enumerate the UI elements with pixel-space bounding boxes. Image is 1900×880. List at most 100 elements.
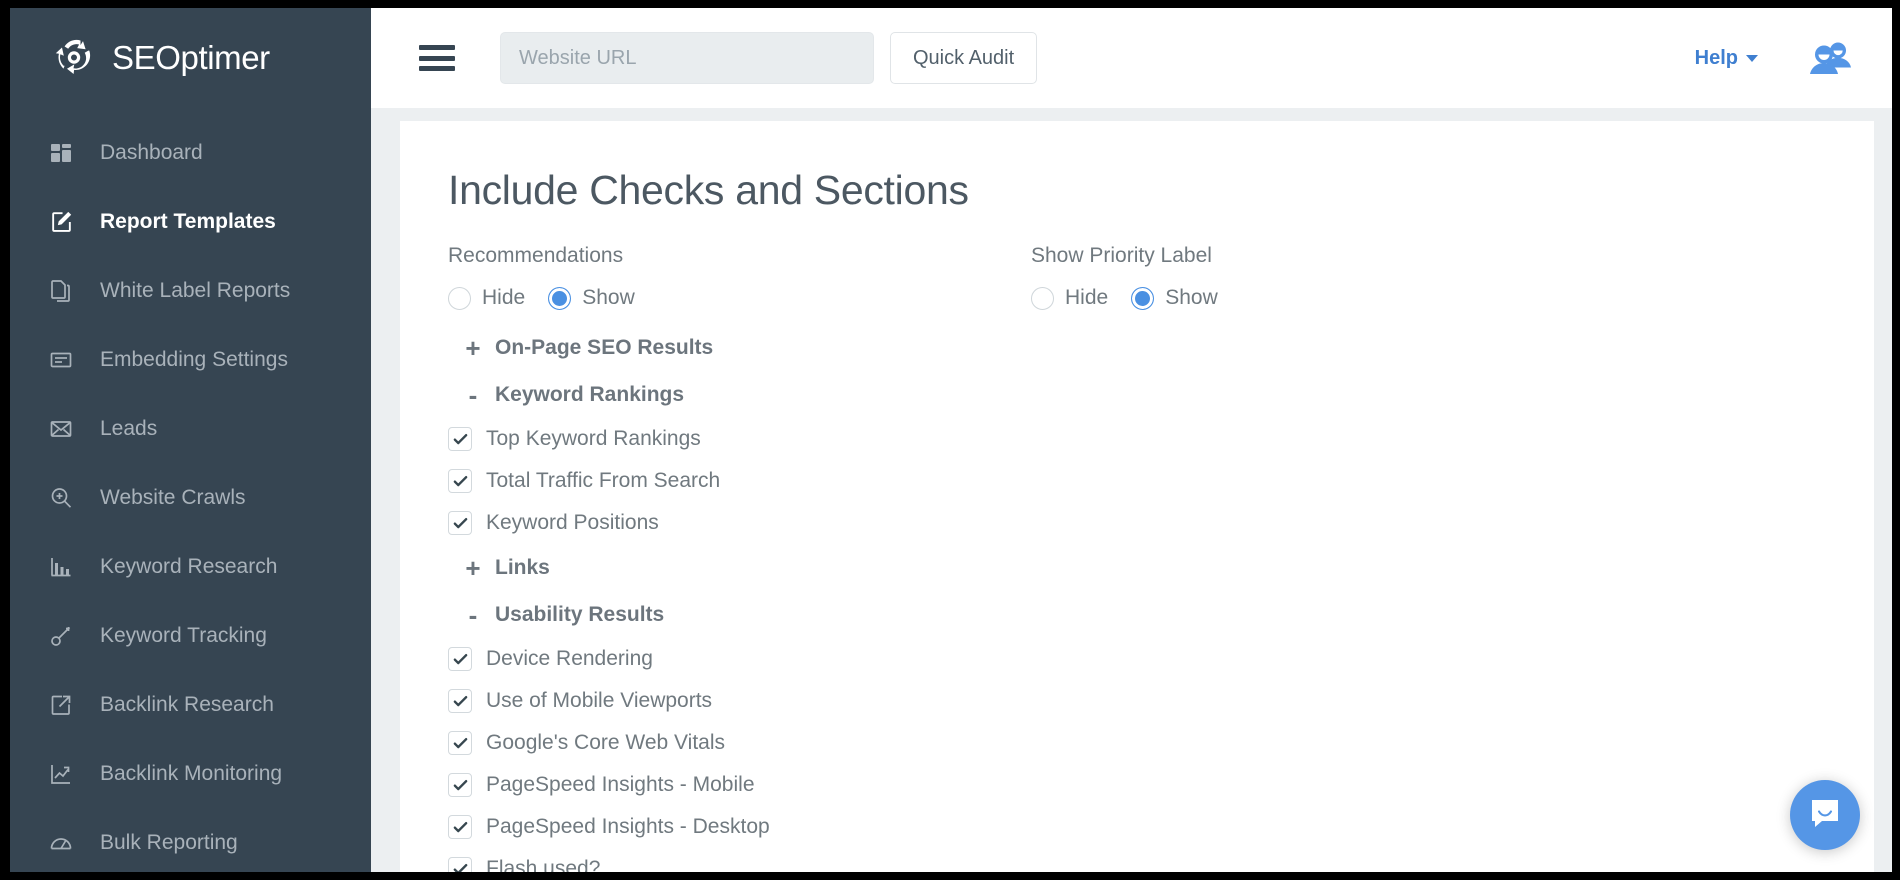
help-menu[interactable]: Help <box>1695 47 1758 70</box>
check-label: Google's Core Web Vitals <box>486 731 725 755</box>
brand-logo-area[interactable]: SEOptimer <box>10 8 371 108</box>
help-label: Help <box>1695 47 1738 70</box>
main-area: Quick Audit Help Include Checks and Se <box>371 8 1892 872</box>
copy-documents-icon <box>48 278 74 304</box>
sidebar-item-bulk-reporting[interactable]: Bulk Reporting <box>10 808 371 872</box>
sidebar-item-backlink-monitoring[interactable]: Backlink Monitoring <box>10 739 371 808</box>
check-label: Flash used? <box>486 857 600 872</box>
checkbox-checked-icon[interactable] <box>448 773 472 797</box>
radio-checked-icon[interactable] <box>548 287 571 310</box>
pencil-document-icon <box>48 209 74 235</box>
priority-label-label: Show Priority Label <box>1031 244 1614 268</box>
section-links[interactable]: + Links <box>448 544 1814 591</box>
check-label: Total Traffic From Search <box>486 469 720 493</box>
sidebar-item-keyword-research[interactable]: Keyword Research <box>10 532 371 601</box>
plus-icon: + <box>465 335 481 361</box>
sidebar-item-label: Website Crawls <box>100 486 245 510</box>
check-row[interactable]: PageSpeed Insights - Mobile <box>448 764 1814 806</box>
check-label: Top Keyword Rankings <box>486 427 701 451</box>
sidebar-item-keyword-tracking[interactable]: Keyword Tracking <box>10 601 371 670</box>
checkbox-checked-icon[interactable] <box>448 427 472 451</box>
check-label: Keyword Positions <box>486 511 659 535</box>
section-title: On-Page SEO Results <box>495 336 713 360</box>
sidebar-item-label: Bulk Reporting <box>100 831 238 855</box>
checkbox-checked-icon[interactable] <box>448 511 472 535</box>
check-row[interactable]: Flash used? <box>448 848 1814 872</box>
radio-label: Show <box>582 286 635 310</box>
radio-label: Hide <box>482 286 525 310</box>
sidebar-item-label: Backlink Monitoring <box>100 762 282 786</box>
hamburger-icon[interactable] <box>419 45 455 71</box>
recommendations-radio-line: Hide Show <box>448 286 1031 310</box>
recommendations-label: Recommendations <box>448 244 1031 268</box>
recommendations-toggle-group: Recommendations Hide Show <box>448 244 1031 310</box>
trend-up-chart-icon <box>48 761 74 787</box>
key-icon <box>48 623 74 649</box>
check-row[interactable]: PageSpeed Insights - Desktop <box>448 806 1814 848</box>
embed-box-icon <box>48 347 74 373</box>
checkbox-checked-icon[interactable] <box>448 857 472 872</box>
priority-hide-option[interactable]: Hide <box>1031 286 1108 310</box>
gauge-icon <box>48 830 74 856</box>
sidebar-item-backlink-research[interactable]: Backlink Research <box>10 670 371 739</box>
sidebar-item-embedding-settings[interactable]: Embedding Settings <box>10 325 371 394</box>
checkbox-checked-icon[interactable] <box>448 689 472 713</box>
dashboard-grid-icon <box>48 140 74 166</box>
magnifier-plus-icon <box>48 485 74 511</box>
sidebar-item-white-label-reports[interactable]: White Label Reports <box>10 256 371 325</box>
priority-show-option[interactable]: Show <box>1131 286 1218 310</box>
checkbox-checked-icon[interactable] <box>448 469 472 493</box>
radio-unchecked-icon[interactable] <box>1031 287 1054 310</box>
chat-bubble-smile-icon <box>1808 796 1842 835</box>
page-title: Include Checks and Sections <box>448 167 1814 214</box>
check-row[interactable]: Keyword Positions <box>448 502 1814 544</box>
sidebar-item-website-crawls[interactable]: Website Crawls <box>10 463 371 532</box>
search-input[interactable] <box>500 32 874 84</box>
keyword-rankings-check-list: Top Keyword Rankings Total Traffic From … <box>448 418 1814 544</box>
radio-unchecked-icon[interactable] <box>448 287 471 310</box>
usability-results-check-list: Device Rendering Use of Mobile Viewports… <box>448 638 1814 872</box>
quick-audit-button[interactable]: Quick Audit <box>890 32 1037 84</box>
chat-launcher-button[interactable] <box>1790 780 1860 850</box>
section-usability-results[interactable]: - Usability Results <box>448 591 1814 638</box>
section-keyword-rankings[interactable]: - Keyword Rankings <box>448 371 1814 418</box>
checkbox-checked-icon[interactable] <box>448 647 472 671</box>
radio-label: Show <box>1165 286 1218 310</box>
include-checks-card: Include Checks and Sections Recommendati… <box>400 121 1874 872</box>
check-row[interactable]: Total Traffic From Search <box>448 460 1814 502</box>
check-row[interactable]: Google's Core Web Vitals <box>448 722 1814 764</box>
topbar: Quick Audit Help <box>371 8 1892 108</box>
sidebar-item-report-templates[interactable]: Report Templates <box>10 187 371 256</box>
chevron-down-icon <box>1746 55 1758 62</box>
plus-icon: + <box>465 555 481 581</box>
minus-icon: - <box>465 602 481 628</box>
minus-icon: - <box>465 382 481 408</box>
sidebar-item-leads[interactable]: Leads <box>10 394 371 463</box>
gear-logo-icon <box>50 34 98 82</box>
priority-radio-line: Hide Show <box>1031 286 1614 310</box>
check-label: Use of Mobile Viewports <box>486 689 712 713</box>
section-on-page-seo-results[interactable]: + On-Page SEO Results <box>448 324 1814 371</box>
app-window: SEOptimer Dashboard <box>10 8 1892 872</box>
users-avatar-icon[interactable] <box>1808 40 1852 76</box>
check-row[interactable]: Use of Mobile Viewports <box>448 680 1814 722</box>
check-row[interactable]: Device Rendering <box>448 638 1814 680</box>
recommendations-hide-option[interactable]: Hide <box>448 286 525 310</box>
radio-checked-icon[interactable] <box>1131 287 1154 310</box>
external-link-icon <box>48 692 74 718</box>
content-scroll-region[interactable]: Include Checks and Sections Recommendati… <box>371 108 1892 872</box>
sidebar-item-label: Dashboard <box>100 141 203 165</box>
check-row[interactable]: Top Keyword Rankings <box>448 418 1814 460</box>
priority-label-toggle-group: Show Priority Label Hide Show <box>1031 244 1614 310</box>
envelope-icon <box>48 416 74 442</box>
check-label: PageSpeed Insights - Mobile <box>486 773 755 797</box>
recommendations-show-option[interactable]: Show <box>548 286 635 310</box>
checkbox-checked-icon[interactable] <box>448 815 472 839</box>
sidebar: SEOptimer Dashboard <box>10 8 371 872</box>
check-label: PageSpeed Insights - Desktop <box>486 815 770 839</box>
check-label: Device Rendering <box>486 647 653 671</box>
checkbox-checked-icon[interactable] <box>448 731 472 755</box>
sidebar-item-label: Embedding Settings <box>100 348 288 372</box>
sidebar-item-dashboard[interactable]: Dashboard <box>10 118 371 187</box>
radio-label: Hide <box>1065 286 1108 310</box>
